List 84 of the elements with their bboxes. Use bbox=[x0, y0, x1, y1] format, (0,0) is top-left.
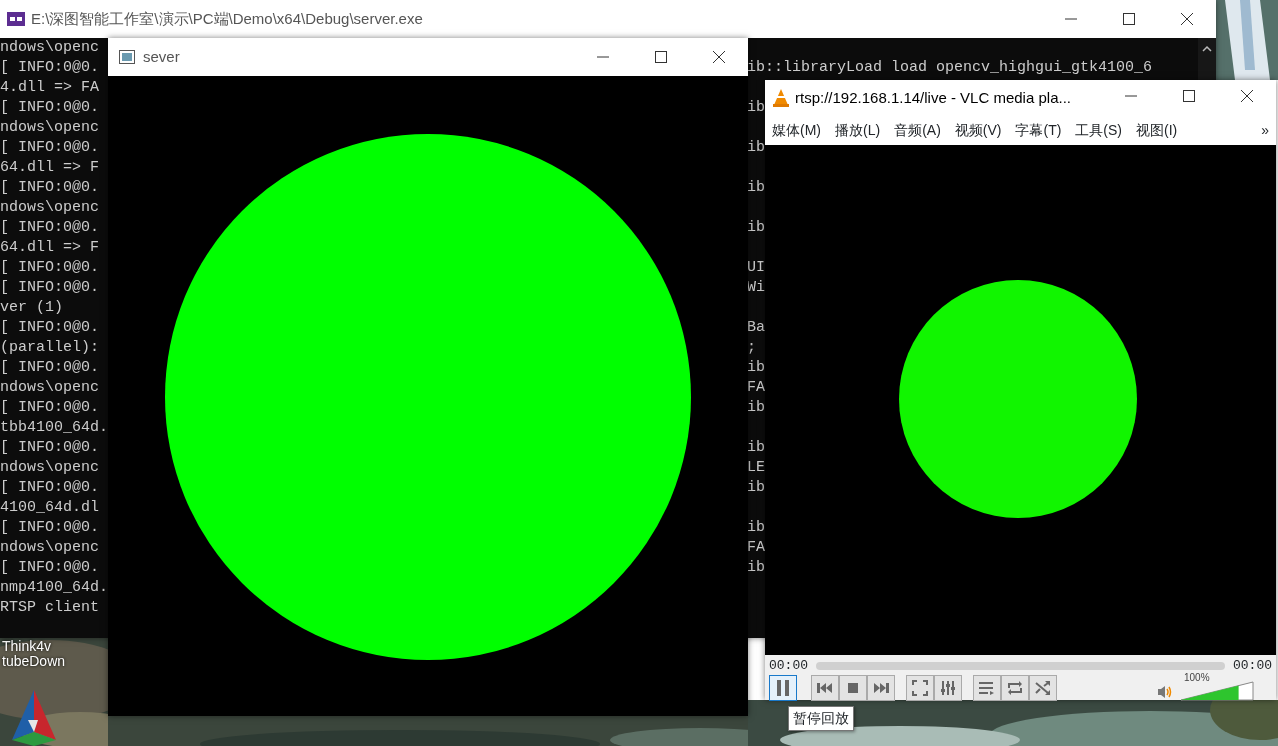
console-line: Ba bbox=[747, 318, 765, 338]
console-line: [ INFO:0@0. bbox=[0, 99, 100, 116]
window-title: E:\深图智能工作室\演示\PC端\Demo\x64\Debug\server.exe bbox=[31, 8, 423, 29]
console-line: LE bbox=[747, 458, 765, 478]
playlist-icon bbox=[979, 681, 995, 695]
console-line: [ INFO:0@0. bbox=[0, 179, 100, 196]
window-title: sever bbox=[143, 46, 180, 67]
menu-item[interactable]: 视频(V) bbox=[954, 120, 1002, 141]
elapsed-time: 00:00 bbox=[769, 656, 808, 675]
volume-slider[interactable] bbox=[1180, 681, 1254, 701]
console-line: ndows\openc bbox=[0, 199, 100, 216]
next-icon bbox=[873, 683, 889, 693]
console-line: 4.dll => FA bbox=[0, 79, 100, 96]
console-line: ib bbox=[747, 398, 765, 418]
console-line: UI bbox=[747, 258, 765, 278]
console-line: ib bbox=[747, 558, 765, 578]
window-title: rtsp://192.168.1.14/live - VLC media pla... bbox=[795, 87, 1071, 108]
console-line: nmp4100_64d. bbox=[0, 579, 109, 596]
console-line: ndows\openc bbox=[0, 539, 100, 556]
menu-item[interactable]: 播放(L) bbox=[835, 120, 881, 141]
next-button[interactable] bbox=[867, 675, 895, 701]
console-line: ndows\openc bbox=[0, 459, 100, 476]
loop-button[interactable] bbox=[1001, 675, 1029, 701]
console-line: [ INFO:0@0. bbox=[0, 399, 100, 416]
console-line: [ INFO:0@0. bbox=[0, 139, 100, 156]
console-line: RTSP client bbox=[0, 599, 100, 616]
fullscreen-icon bbox=[912, 680, 928, 696]
console-line: 64.dll => F bbox=[0, 159, 100, 176]
console-line: [ INFO:0@0. bbox=[0, 279, 100, 296]
console-icon bbox=[7, 12, 25, 26]
console-line: ib bbox=[747, 98, 765, 118]
console-line: ver (1) bbox=[0, 299, 63, 316]
fullscreen-button[interactable] bbox=[906, 675, 934, 701]
console-line: ib bbox=[747, 218, 765, 238]
console-line: [ INFO:0@0. bbox=[0, 59, 100, 76]
playlist-button[interactable] bbox=[973, 675, 1001, 701]
console-line: ib bbox=[747, 178, 765, 198]
console-line: [ INFO:0@0. bbox=[0, 479, 100, 496]
scrollbar[interactable] bbox=[1198, 38, 1216, 80]
console-line: 4100_64d.dl bbox=[0, 499, 100, 516]
previous-icon bbox=[817, 683, 833, 693]
stop-icon bbox=[848, 683, 858, 693]
menu-item[interactable]: 视图(I) bbox=[1136, 120, 1178, 141]
menu-item[interactable]: 字幕(T) bbox=[1015, 120, 1062, 141]
total-time: 00:00 bbox=[1233, 656, 1272, 675]
speaker-icon[interactable] bbox=[1158, 685, 1172, 699]
console-line: [ INFO:0@0. bbox=[0, 259, 100, 276]
console-line: 64.dll => F bbox=[0, 239, 100, 256]
pause-icon bbox=[776, 680, 790, 696]
more-menu-button[interactable]: » bbox=[1261, 120, 1269, 141]
console-line: ndows\openc bbox=[0, 379, 100, 396]
console-line: [ INFO:0@0. bbox=[0, 219, 100, 236]
stop-button[interactable] bbox=[839, 675, 867, 701]
console-line: FA bbox=[747, 538, 765, 558]
console-line: [ INFO:0@0. bbox=[0, 319, 100, 336]
window-icon bbox=[119, 50, 135, 64]
console-line: FA bbox=[747, 378, 765, 398]
console-line: [ INFO:0@0. bbox=[0, 359, 100, 376]
console-line: tbb4100_64d. bbox=[0, 419, 109, 436]
console-line: [ INFO:0@0. bbox=[0, 439, 100, 456]
loop-icon bbox=[1007, 681, 1023, 695]
menu-item[interactable]: 音频(A) bbox=[894, 120, 941, 141]
console-line: ib bbox=[747, 478, 765, 498]
menu-item[interactable]: 工具(S) bbox=[1075, 120, 1123, 141]
console-line: ib bbox=[747, 138, 765, 158]
traffic-cone-icon bbox=[773, 89, 789, 107]
pause-button[interactable] bbox=[769, 675, 797, 701]
console-line: ; bbox=[747, 338, 756, 358]
sliders-icon bbox=[940, 680, 956, 696]
console-line: ndows\openc bbox=[0, 39, 100, 56]
console-line: ib bbox=[747, 358, 765, 378]
volume-reading: 100% bbox=[1184, 672, 1210, 684]
console-line: (parallel): bbox=[0, 339, 100, 356]
shuffle-button[interactable] bbox=[1029, 675, 1057, 701]
console-line: ib bbox=[747, 438, 765, 458]
previous-button[interactable] bbox=[811, 675, 839, 701]
console-line: [ INFO:0@0. bbox=[0, 519, 100, 536]
equalizer-button[interactable] bbox=[934, 675, 962, 701]
console-line: [ INFO:0@0. bbox=[0, 559, 100, 576]
console-line: ndows\openc bbox=[0, 119, 100, 136]
menu-item[interactable]: 媒体(M) bbox=[772, 120, 821, 141]
shuffle-icon bbox=[1035, 681, 1051, 695]
console-line: ib bbox=[747, 518, 765, 538]
console-line: ib::libraryLoad load opencv_highgui_gtk4100_6 bbox=[747, 58, 1153, 78]
